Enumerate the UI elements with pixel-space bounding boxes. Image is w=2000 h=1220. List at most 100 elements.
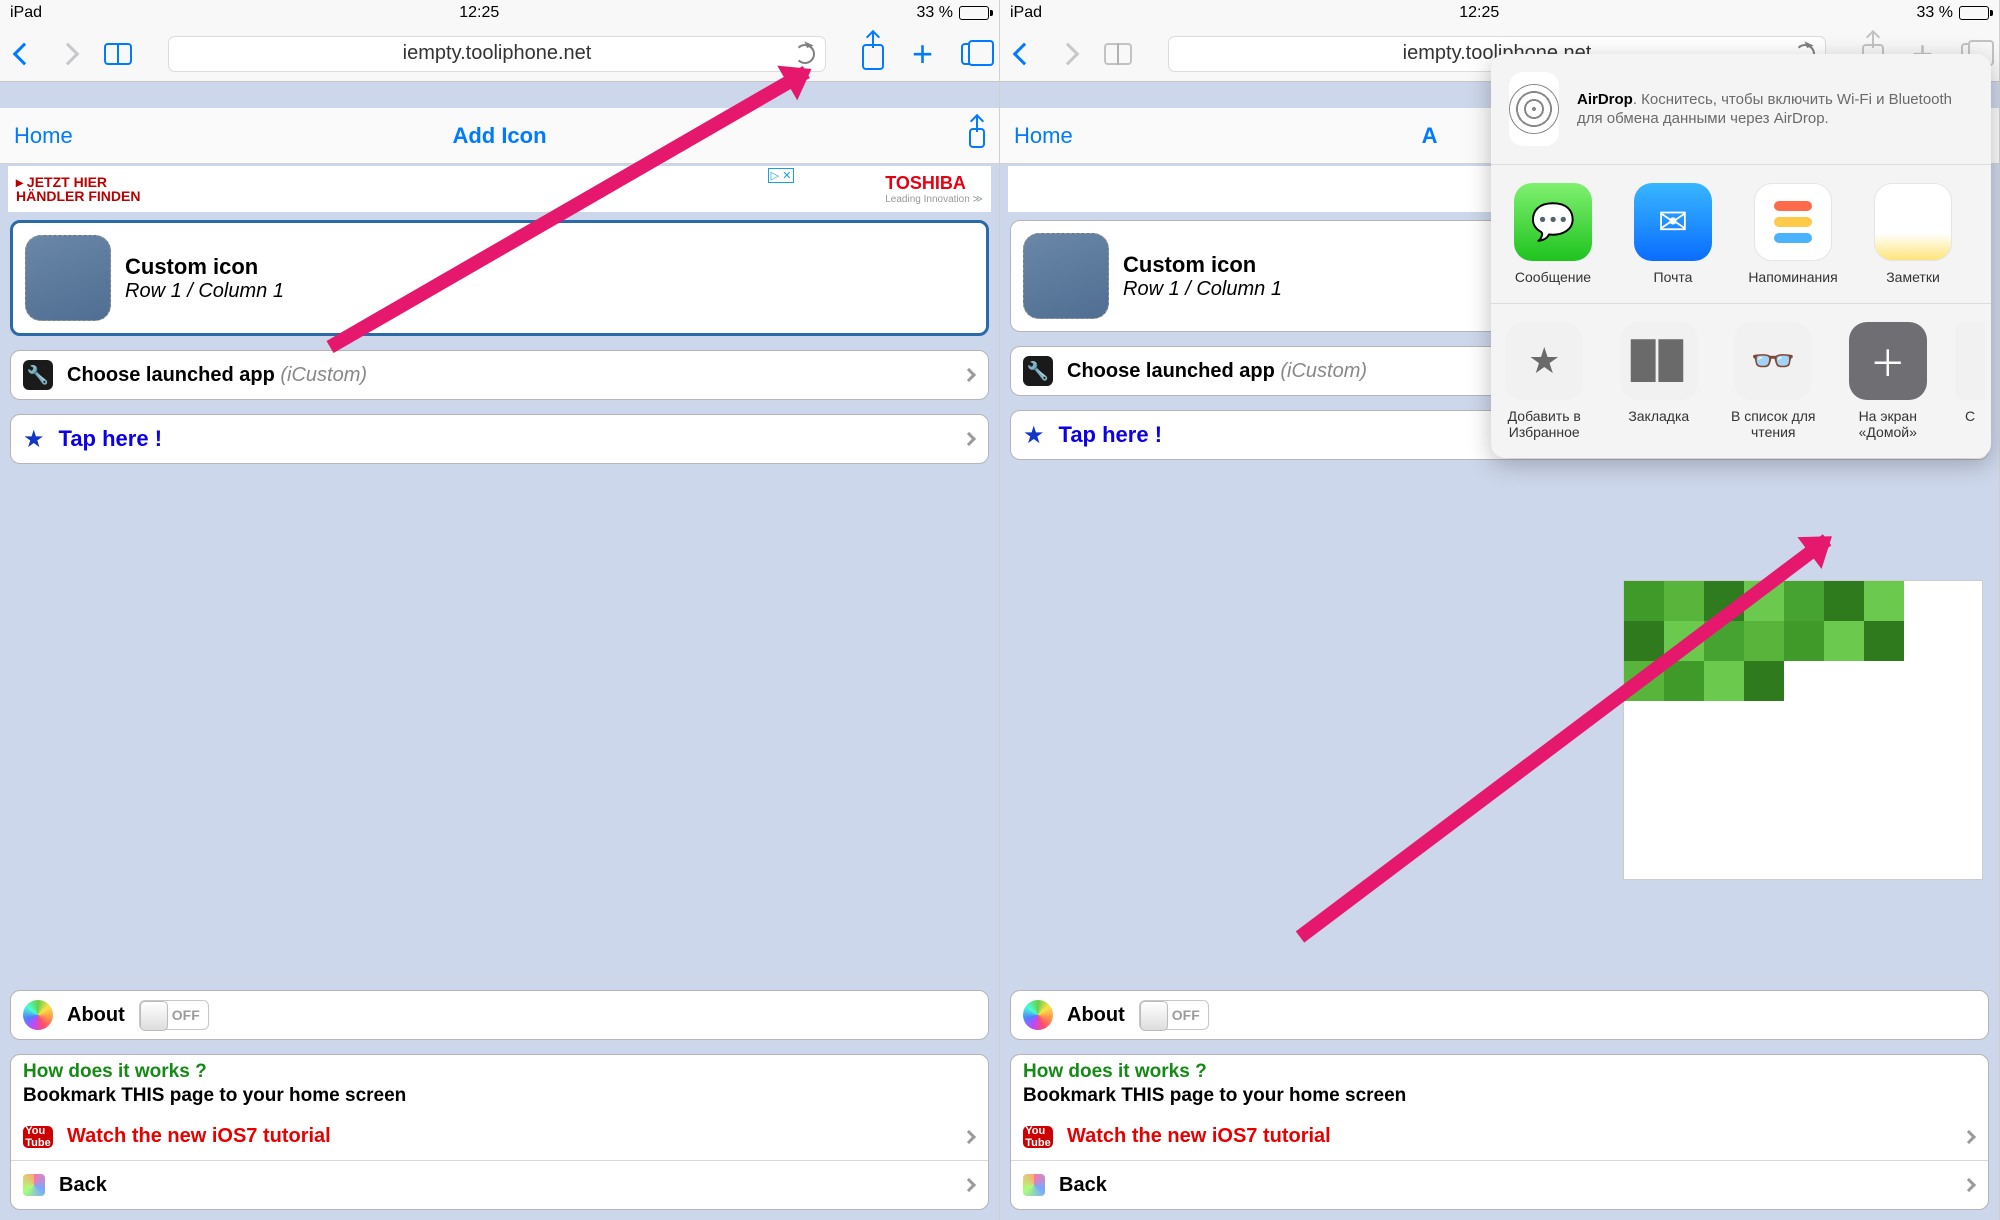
share-action-home-screen[interactable]: ＋ На экран «Домой» [1841, 322, 1936, 440]
custom-icon-panel[interactable]: Custom icon Row 1 / Column 1 [10, 220, 989, 336]
tabs-button[interactable] [961, 43, 983, 65]
add-to-home-icon: ＋ [1849, 322, 1927, 400]
youtube-icon: YouTube [23, 1126, 53, 1148]
wrench-icon: 🔧 [23, 360, 53, 390]
pane-left: iPad 12:25 33 % iempty.tooliphone.net + … [0, 0, 1000, 1220]
background-pixel-art [1623, 580, 1983, 880]
custom-icon-title: Custom icon [1123, 252, 1282, 278]
tutorial-row[interactable]: YouTube Watch the new iOS7 tutorial [11, 1113, 988, 1161]
battery-percent: 33 % [917, 4, 953, 22]
about-label: About [67, 1004, 125, 1027]
battery-percent: 33 % [1917, 4, 1953, 22]
url-text: iempty.tooliphone.net [403, 42, 592, 65]
share-action-reading-list[interactable]: 👓 В список для чтения [1726, 322, 1821, 440]
page-share-icon[interactable] [969, 124, 985, 148]
tutorial-label: Watch the new iOS7 tutorial [1067, 1125, 1331, 1148]
back-row[interactable]: Back [11, 1161, 988, 1209]
how-it-works-heading: How does it works ? [11, 1055, 988, 1083]
about-row[interactable]: About OFF [11, 991, 988, 1039]
back-label: Back [1059, 1174, 1107, 1197]
tap-here-row[interactable]: ★ Tap here ! [11, 415, 988, 463]
back-row[interactable]: Back [1011, 1161, 1988, 1209]
share-action-favorites[interactable]: ★ Добавить в Избранное [1497, 322, 1592, 440]
ad-text: ▸ JETZT HIER HÄNDLER FINDEN [16, 175, 140, 203]
wrench-icon: 🔧 [1023, 356, 1053, 386]
bookmarks-icon[interactable] [104, 43, 132, 65]
icon-preview [25, 235, 111, 321]
choose-app-hint: (iCustom) [1280, 360, 1367, 382]
tutorial-row[interactable]: YouTube Watch the new iOS7 tutorial [1011, 1113, 1988, 1161]
about-row[interactable]: About OFF [1011, 991, 1988, 1039]
about-toggle[interactable]: OFF [1139, 1000, 1209, 1030]
airdrop-icon[interactable] [1509, 72, 1559, 146]
page-header: Home Add Icon [0, 108, 999, 164]
tap-here-label: Tap here ! [1059, 422, 1163, 448]
chevron-right-icon [962, 1178, 976, 1192]
share-sheet: AirDrop. Коснитесь, чтобы включить Wi-Fi… [1491, 54, 1991, 458]
messages-icon: 💬 [1514, 183, 1592, 261]
battery-icon [959, 6, 989, 20]
chevron-right-icon [1962, 1129, 1976, 1143]
status-bar: iPad 12:25 33 % [1000, 0, 1999, 26]
status-bar: iPad 12:25 33 % [0, 0, 999, 26]
share-app-reminders[interactable]: Напоминания [1743, 183, 1843, 285]
reminders-icon [1754, 183, 1832, 261]
forward-button [57, 42, 80, 65]
custom-icon-position: Row 1 / Column 1 [125, 280, 284, 303]
back-button[interactable] [1013, 42, 1036, 65]
home-link[interactable]: Home [1014, 123, 1073, 149]
chevron-right-icon [962, 368, 976, 382]
bookmark-instructions: Bookmark THIS page to your home screen [11, 1083, 988, 1113]
about-label: About [1067, 1004, 1125, 1027]
bookmarks-icon [1104, 43, 1132, 65]
back-button[interactable] [13, 42, 36, 65]
more-icon [1955, 322, 1985, 400]
bookmark-instructions: Bookmark THIS page to your home screen [1011, 1083, 1988, 1113]
share-app-mail[interactable]: ✉ Почта [1623, 183, 1723, 285]
share-more[interactable]: С [1955, 322, 1985, 440]
url-bar[interactable]: iempty.tooliphone.net [168, 36, 826, 72]
star-icon: ★ [23, 425, 45, 454]
device-label: iPad [10, 4, 42, 22]
device-label: iPad [1010, 4, 1042, 22]
page-title: Add Icon [452, 123, 546, 149]
ad-banner[interactable]: ▸ JETZT HIER HÄNDLER FINDEN TOSHIBA Lead… [8, 166, 991, 212]
pane-right: iPad 12:25 33 % iempty.tooliphone.net + … [1000, 0, 2000, 1220]
safari-toolbar: iempty.tooliphone.net + [0, 26, 999, 82]
how-it-works-heading: How does it works ? [1011, 1055, 1988, 1083]
about-toggle[interactable]: OFF [139, 1000, 209, 1030]
clock: 12:25 [459, 4, 499, 22]
choose-app-label: Choose launched app [1067, 360, 1275, 382]
toshiba-logo: TOSHIBA [885, 173, 983, 194]
new-tab-button[interactable]: + [912, 36, 933, 72]
youtube-icon: YouTube [1023, 1126, 1053, 1148]
chevron-right-icon [962, 1129, 976, 1143]
choose-app-label: Choose launched app [67, 364, 275, 386]
adchoices-icon[interactable]: ▷ ✕ [768, 168, 795, 183]
notes-icon [1874, 183, 1952, 261]
page-title: A [1422, 123, 1438, 149]
star-icon: ★ [1505, 322, 1583, 400]
mail-icon: ✉ [1634, 183, 1712, 261]
share-app-notes[interactable]: Заметки [1863, 183, 1963, 285]
custom-icon-title: Custom icon [125, 254, 284, 280]
share-app-messages[interactable]: 💬 Сообщение [1503, 183, 1603, 285]
chevron-right-icon [1962, 1178, 1976, 1192]
airdrop-text: AirDrop. Коснитесь, чтобы включить Wi-Fi… [1577, 90, 1973, 129]
tutorial-label: Watch the new iOS7 tutorial [67, 1125, 331, 1148]
back-icon [23, 1174, 45, 1196]
battery-icon [1959, 6, 1989, 20]
back-icon [1023, 1174, 1045, 1196]
icon-preview [1023, 233, 1109, 319]
about-icon [23, 1000, 53, 1030]
choose-app-row[interactable]: 🔧 Choose launched app (iCustom) [11, 351, 988, 399]
back-label: Back [59, 1174, 107, 1197]
share-button[interactable] [862, 38, 884, 70]
custom-icon-position: Row 1 / Column 1 [1123, 278, 1282, 301]
home-link[interactable]: Home [14, 123, 73, 149]
glasses-icon: 👓 [1734, 322, 1812, 400]
choose-app-hint: (iCustom) [280, 364, 367, 386]
chevron-right-icon [962, 432, 976, 446]
share-action-bookmark[interactable]: ▉▉ Закладка [1612, 322, 1707, 440]
tap-here-label: Tap here ! [59, 426, 163, 452]
